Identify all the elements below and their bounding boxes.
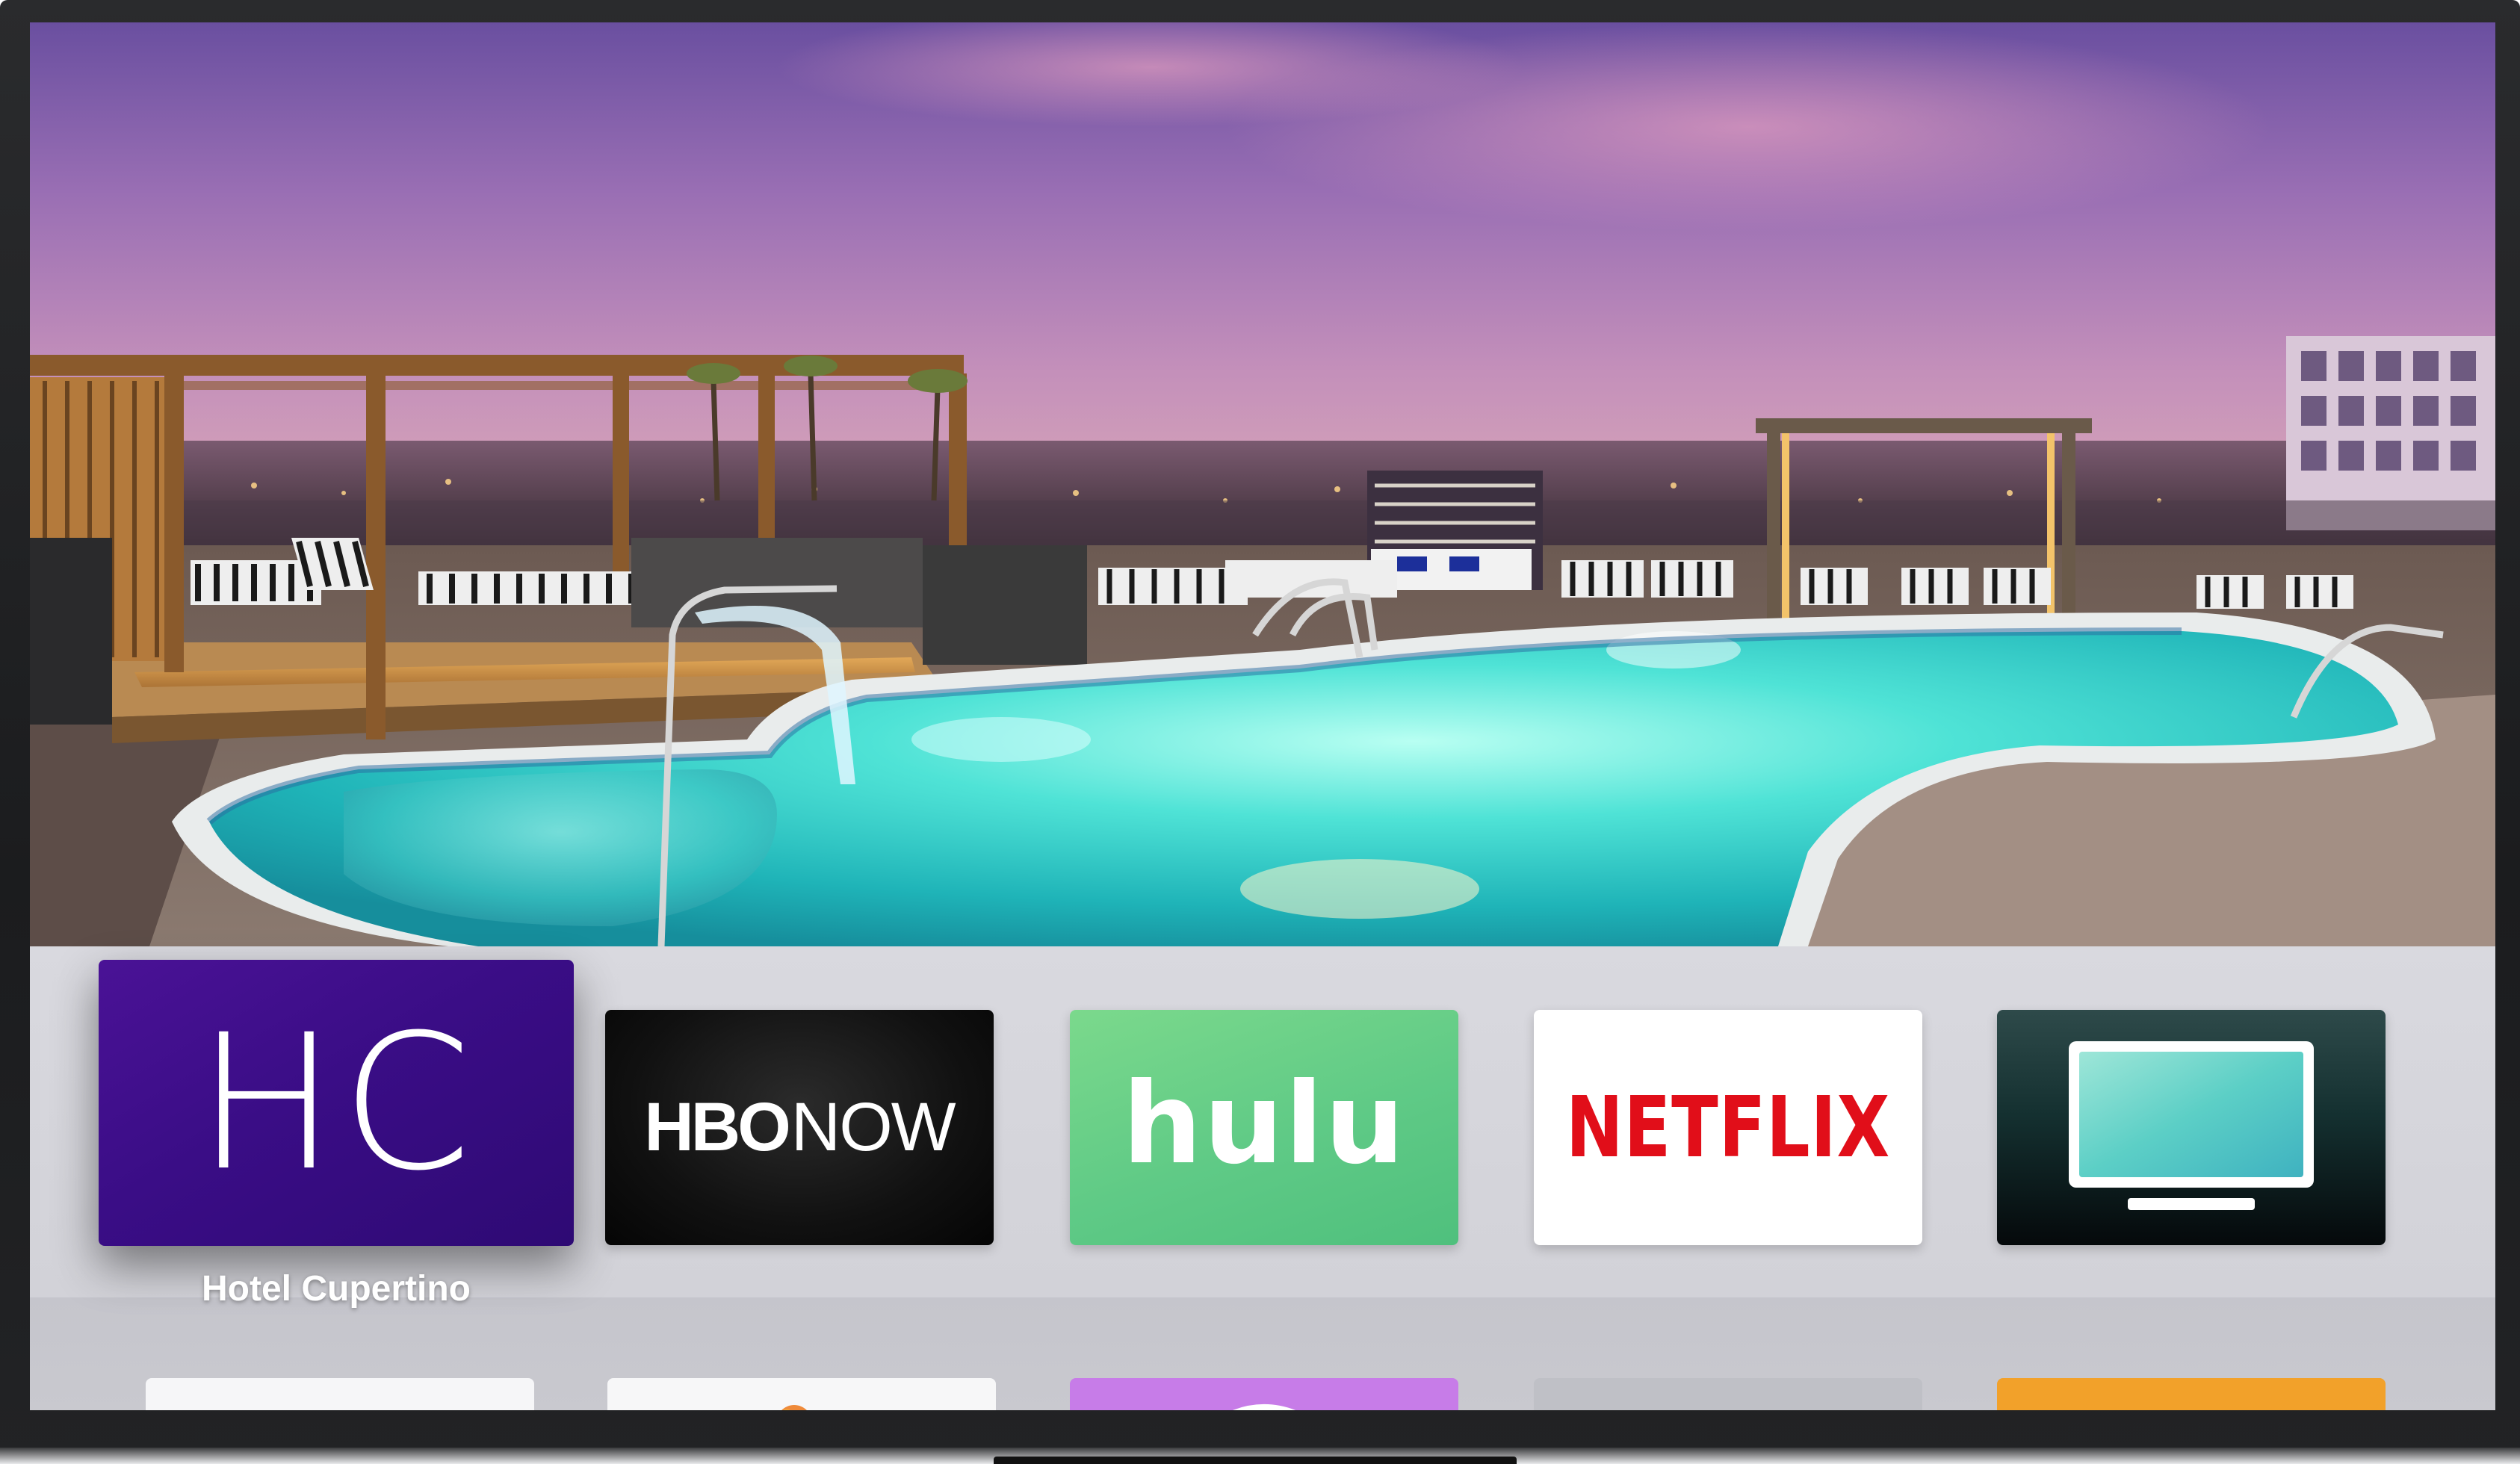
app-tile-row2-5[interactable] — [1997, 1378, 2386, 1410]
app-tile-row2-2[interactable] — [607, 1378, 996, 1410]
hulu-logo: hulu — [1122, 1058, 1406, 1189]
settings-icon — [1534, 1378, 1922, 1410]
tv-stand — [994, 1457, 1517, 1464]
photos-app-tile[interactable] — [146, 1378, 534, 1410]
podcasts-icon — [1233, 1404, 1295, 1410]
hbo-now-app-tile[interactable]: HBO NOW — [605, 1010, 994, 1245]
netflix-app-tile[interactable]: NETFLIX — [1534, 1010, 1922, 1245]
hbo-logo-text: HBO — [644, 1089, 790, 1165]
tv-app-tile[interactable] — [1997, 1010, 2386, 1245]
app-icon — [781, 1405, 807, 1410]
tv-icon — [2069, 1041, 2314, 1210]
netflix-logo: NETFLIX — [1565, 1079, 1891, 1176]
top-shelf-hero-image — [30, 22, 2495, 946]
podcasts-app-tile[interactable] — [1070, 1378, 1458, 1410]
hulu-app-tile[interactable]: hulu — [1070, 1010, 1458, 1245]
settings-app-tile[interactable] — [1534, 1378, 1922, 1410]
now-logo-text: NOW — [790, 1089, 956, 1165]
hotel-cupertino-logo: HC — [196, 993, 477, 1212]
focused-app-title: Hotel Cupertino — [202, 1269, 471, 1309]
tv-bezel: HC Hotel Cupertino HBO NOW hulu NETFLIX — [0, 0, 2520, 1464]
tv-screen: HC Hotel Cupertino HBO NOW hulu NETFLIX — [30, 22, 2495, 1410]
hotel-cupertino-app-tile[interactable]: HC — [99, 960, 574, 1246]
hbo-now-logo: HBO NOW — [605, 1010, 994, 1245]
photos-icon — [146, 1378, 534, 1410]
